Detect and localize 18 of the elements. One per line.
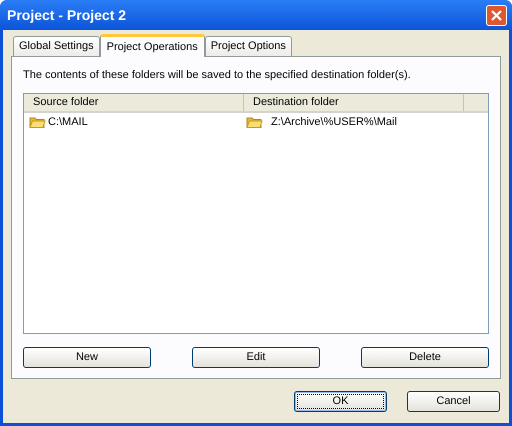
column-header[interactable]: Destination folder [244, 94, 464, 111]
window-title: Project - Project 2 [7, 6, 126, 25]
column-header[interactable]: Source folder [24, 94, 244, 111]
dialog-button[interactable]: OK [294, 391, 387, 412]
tab[interactable]: Project Options [204, 36, 292, 56]
folder-icon [246, 115, 263, 129]
tab[interactable]: Global Settings [13, 36, 100, 56]
close-icon [491, 10, 502, 20]
table-cell-text: Z:\Archive\%USER%\Mail [271, 114, 397, 130]
table-cell-text: C:\MAIL [48, 114, 88, 130]
folder-icon [29, 115, 46, 129]
list-button[interactable]: Delete [361, 347, 489, 368]
list-button[interactable]: New [23, 347, 151, 368]
description-text: The contents of these folders will be saved to the specified destination folder(s). [23, 68, 412, 83]
dialog-button[interactable]: Cancel [407, 391, 500, 412]
list-button[interactable]: Edit [192, 347, 320, 368]
tab[interactable]: Project Operations [100, 34, 205, 57]
close-button[interactable] [486, 4, 507, 26]
